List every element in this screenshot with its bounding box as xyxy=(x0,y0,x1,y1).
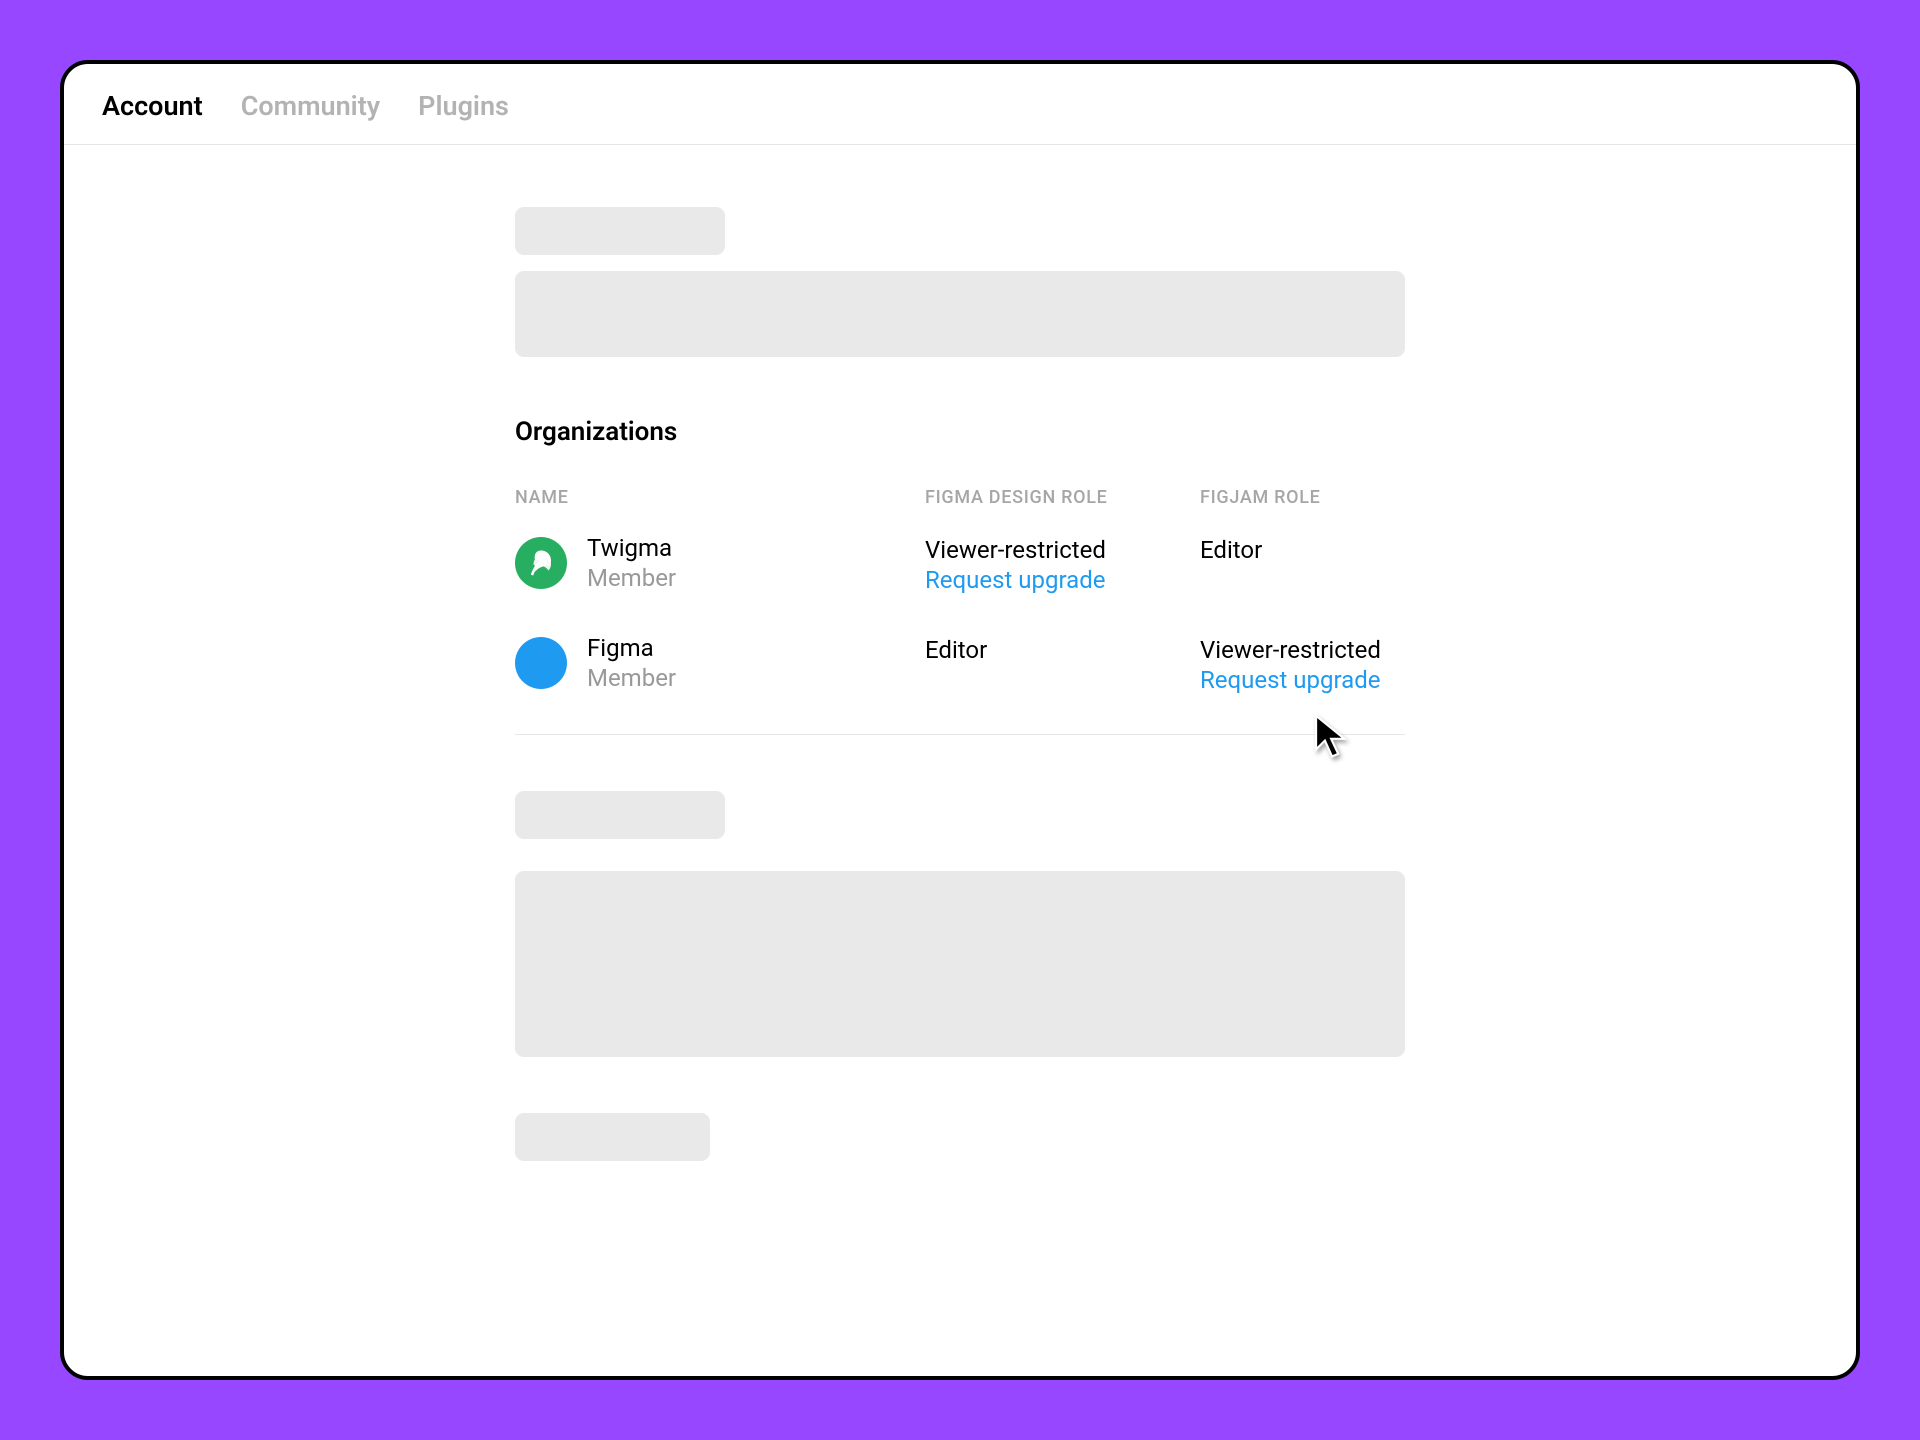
org-member-role: Member xyxy=(587,664,676,692)
header-design-role: FIGMA DESIGN ROLE xyxy=(925,487,1200,508)
placeholder-section-title-2 xyxy=(515,791,725,839)
org-name-cell: Twigma Member xyxy=(515,534,925,592)
placeholder-section-title-1 xyxy=(515,207,725,255)
placeholder-block-2 xyxy=(515,871,1405,1057)
organization-row: Figma Member Editor Viewer-restricted Re… xyxy=(515,634,1405,694)
placeholder-section-title-3 xyxy=(515,1113,710,1161)
content-inner: Organizations NAME FIGMA DESIGN ROLE FIG… xyxy=(515,145,1405,1376)
org-name-text: Twigma Member xyxy=(587,534,676,592)
tab-community[interactable]: Community xyxy=(241,90,380,122)
placeholder-block-1 xyxy=(515,271,1405,357)
header-figjam-role: FIGJAM ROLE xyxy=(1200,487,1405,508)
design-role: Editor xyxy=(925,636,1200,664)
tab-plugins[interactable]: Plugins xyxy=(418,90,509,122)
tab-bar: Account Community Plugins xyxy=(64,64,1856,145)
figjam-role-cell: Editor xyxy=(1200,534,1405,564)
org-avatar-twigma xyxy=(515,537,567,589)
request-upgrade-link[interactable]: Request upgrade xyxy=(925,566,1200,594)
header-name: NAME xyxy=(515,487,925,508)
org-member-role: Member xyxy=(587,564,676,592)
organizations-title: Organizations xyxy=(515,417,1405,447)
request-upgrade-link[interactable]: Request upgrade xyxy=(1200,666,1405,694)
content-area: Organizations NAME FIGMA DESIGN ROLE FIG… xyxy=(64,145,1856,1376)
figjam-role: Editor xyxy=(1200,536,1405,564)
figjam-role-cell: Viewer-restricted Request upgrade xyxy=(1200,634,1405,694)
org-name-text: Figma Member xyxy=(587,634,676,692)
figjam-role: Viewer-restricted xyxy=(1200,636,1405,664)
design-role-cell: Viewer-restricted Request upgrade xyxy=(925,534,1200,594)
org-name-cell: Figma Member xyxy=(515,634,925,692)
org-name: Figma xyxy=(587,634,676,662)
tab-account[interactable]: Account xyxy=(102,90,203,122)
organizations-table: NAME FIGMA DESIGN ROLE FIGJAM ROLE xyxy=(515,487,1405,694)
design-role: Viewer-restricted xyxy=(925,536,1200,564)
leaf-icon xyxy=(526,548,556,578)
section-divider xyxy=(515,734,1405,735)
organization-row: Twigma Member Viewer-restricted Request … xyxy=(515,534,1405,594)
organizations-header: NAME FIGMA DESIGN ROLE FIGJAM ROLE xyxy=(515,487,1405,508)
org-name: Twigma xyxy=(587,534,676,562)
settings-window: Account Community Plugins Organizations … xyxy=(60,60,1860,1380)
design-role-cell: Editor xyxy=(925,634,1200,664)
org-avatar-figma xyxy=(515,637,567,689)
